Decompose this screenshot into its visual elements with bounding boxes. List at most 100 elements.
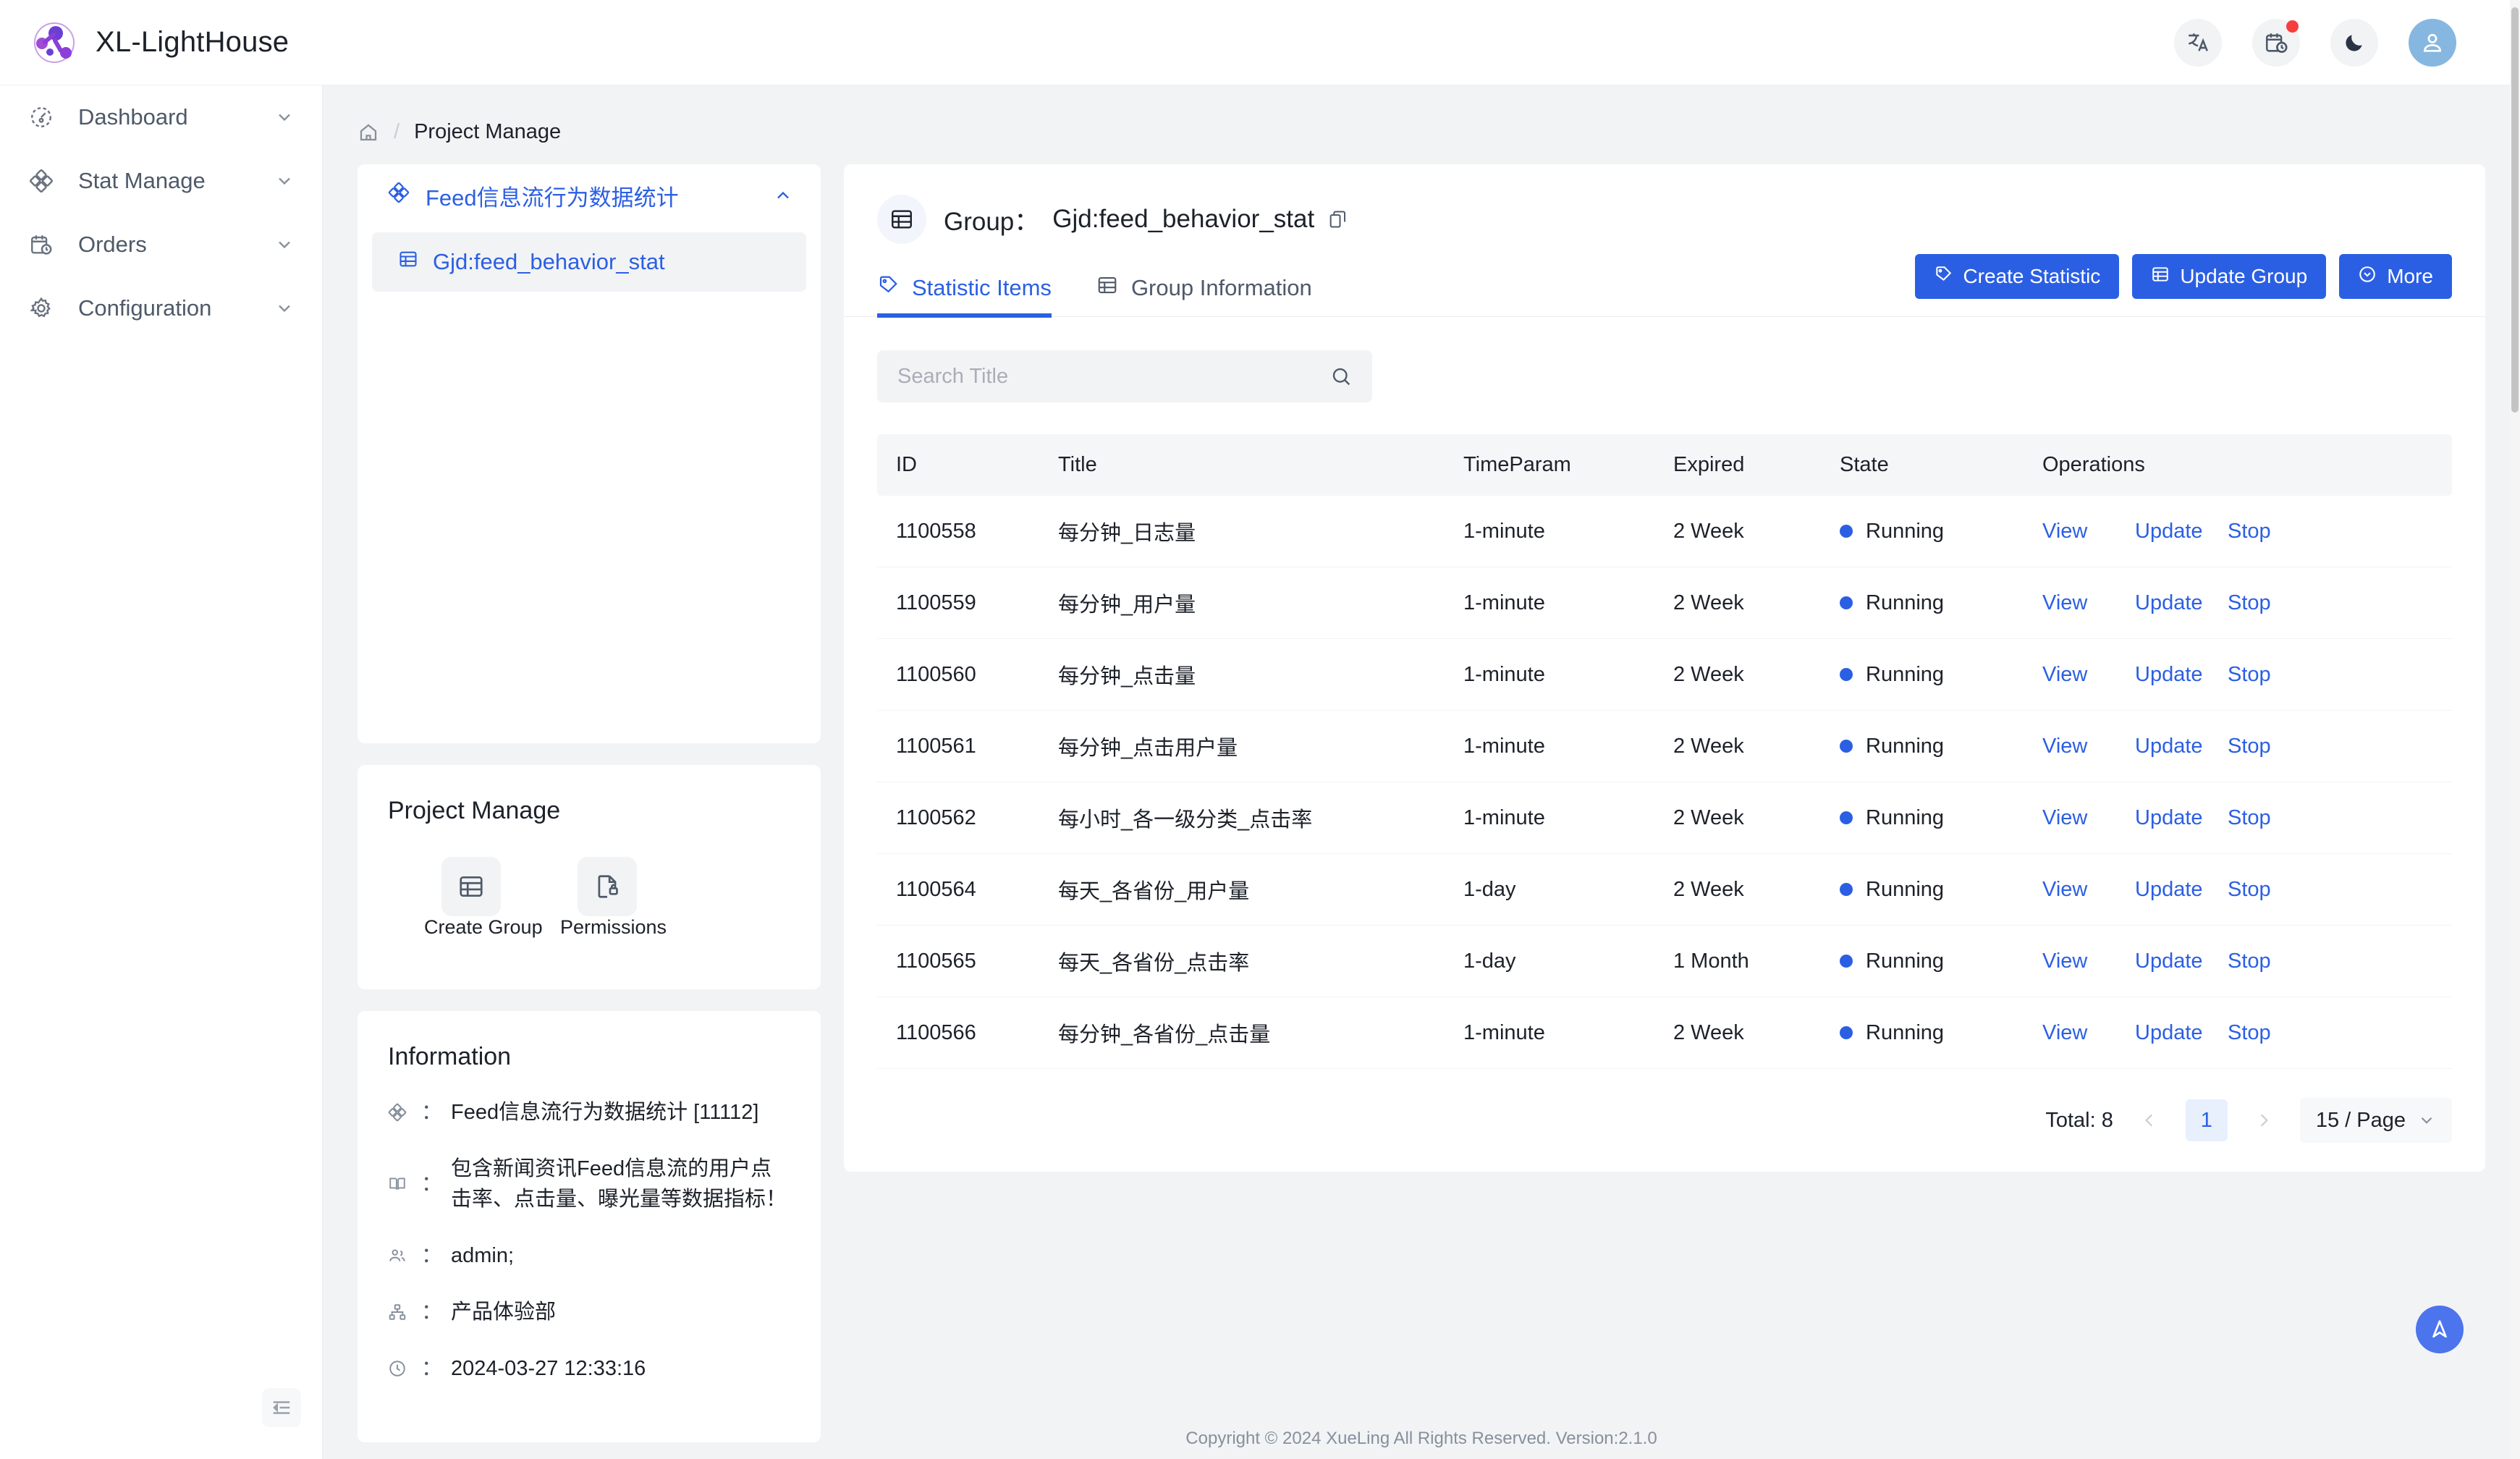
view-link[interactable]: View: [2042, 663, 2135, 687]
footer: Copyright © 2024 XueLing All Rights Rese…: [323, 1418, 2520, 1459]
chevron-down-icon[interactable]: [274, 298, 295, 318]
table-row[interactable]: 1100558 每分钟_日志量 1-minute 2 Week Running: [877, 496, 2452, 567]
update-link[interactable]: Update: [2135, 520, 2228, 544]
right-column: Group： Gjd:feed_behavior_stat: [844, 164, 2485, 1442]
scrollbar-thumb[interactable]: [2511, 7, 2519, 413]
create-statistic-button[interactable]: Create Statistic: [1915, 254, 2119, 299]
book-icon: [388, 1154, 413, 1214]
sidebar-item-stat-manage[interactable]: Stat Manage: [0, 149, 322, 213]
column-header-timeparam: TimeParam: [1463, 434, 1673, 496]
page-size-select[interactable]: 15 / Page: [2300, 1098, 2452, 1143]
cell-timeparam: 1-day: [1463, 854, 1673, 926]
view-link[interactable]: View: [2042, 878, 2135, 902]
stop-link[interactable]: Stop: [2228, 950, 2320, 973]
cell-id: 1100561: [877, 711, 1058, 782]
table-row[interactable]: 1100560 每分钟_点击量 1-minute 2 Week Running: [877, 639, 2452, 711]
stop-link[interactable]: Stop: [2228, 520, 2320, 544]
update-link[interactable]: Update: [2135, 950, 2228, 973]
table-row[interactable]: 1100561 每分钟_点击用户量 1-minute 2 Week Runnin…: [877, 711, 2452, 782]
view-link[interactable]: View: [2042, 591, 2135, 615]
cell-timeparam: 1-day: [1463, 926, 1673, 997]
chevron-down-icon[interactable]: [274, 171, 295, 191]
update-group-button[interactable]: Update Group: [2132, 254, 2326, 299]
search-box[interactable]: [877, 350, 1372, 402]
chevron-down-icon[interactable]: [274, 107, 295, 127]
sidebar-item-dashboard[interactable]: Dashboard: [0, 85, 322, 149]
update-link[interactable]: Update: [2135, 1021, 2228, 1045]
column-header-expired: Expired: [1673, 434, 1840, 496]
more-button[interactable]: More: [2339, 254, 2452, 299]
users-icon: [388, 1240, 413, 1271]
update-link[interactable]: Update: [2135, 878, 2228, 902]
table-row[interactable]: 1100565 每天_各省份_点击率 1-day 1 Month Running: [877, 926, 2452, 997]
tab-statistic-items[interactable]: Statistic Items: [877, 274, 1052, 316]
clock-icon: [388, 1353, 413, 1384]
cell-title: 每分钟_点击用户量: [1058, 711, 1463, 782]
home-icon[interactable]: [358, 122, 379, 143]
update-link[interactable]: Update: [2135, 735, 2228, 758]
cell-title: 每分钟_点击量: [1058, 639, 1463, 711]
cell-state: Running: [1840, 496, 2042, 567]
file-lock-icon: [578, 857, 637, 916]
tree-root-item[interactable]: Feed信息流行为数据统计: [358, 164, 821, 227]
breadcrumb: / Project Manage: [323, 85, 2520, 144]
stop-link[interactable]: Stop: [2228, 1021, 2320, 1045]
brand[interactable]: XL-LightHouse: [0, 20, 289, 65]
update-link[interactable]: Update: [2135, 806, 2228, 830]
user-avatar-icon[interactable]: [2409, 19, 2456, 67]
calendar-clock-icon[interactable]: [2252, 19, 2300, 67]
tree-root-label: Feed信息流行为数据统计: [426, 179, 757, 212]
table-row[interactable]: 1100562 每小时_各一级分类_点击率 1-minute 2 Week Ru…: [877, 782, 2452, 854]
stop-link[interactable]: Stop: [2228, 663, 2320, 687]
create-group-label: Create Group: [424, 916, 543, 938]
tab-group-information[interactable]: Group Information: [1096, 274, 1312, 316]
table-row[interactable]: 1100559 每分钟_用户量 1-minute 2 Week Running: [877, 567, 2452, 639]
stop-link[interactable]: Stop: [2228, 878, 2320, 902]
chevron-right-icon[interactable]: [2245, 1101, 2283, 1139]
table-row[interactable]: 1100566 每分钟_各省份_点击量 1-minute 2 Week Runn…: [877, 997, 2452, 1069]
chevron-down-icon[interactable]: [274, 234, 295, 255]
stop-link[interactable]: Stop: [2228, 806, 2320, 830]
cell-state: Running: [1840, 782, 2042, 854]
status-dot-icon: [1840, 596, 1853, 609]
stop-link[interactable]: Stop: [2228, 735, 2320, 758]
sidebar-item-configuration[interactable]: Configuration: [0, 276, 322, 340]
stop-link[interactable]: Stop: [2228, 591, 2320, 615]
table-row[interactable]: 1100564 每天_各省份_用户量 1-day 2 Week Running: [877, 854, 2452, 926]
tree-child-item[interactable]: Gjd:feed_behavior_stat: [372, 232, 806, 292]
translate-icon[interactable]: [2174, 19, 2222, 67]
cell-operations: View Update Stop: [2042, 711, 2452, 782]
status-badge: Running: [1866, 1021, 1944, 1045]
panel-action-buttons: Create Statistic Update Group: [1915, 254, 2452, 299]
navigation-arrow-icon[interactable]: [2416, 1306, 2464, 1353]
permissions-button[interactable]: Permissions: [560, 857, 654, 939]
circle-chevron-down-icon: [2358, 265, 2377, 289]
search-input[interactable]: [897, 365, 1330, 389]
chevron-up-icon[interactable]: [773, 185, 793, 206]
update-link[interactable]: Update: [2135, 663, 2228, 687]
status-dot-icon: [1840, 883, 1853, 896]
update-group-label: Update Group: [2180, 265, 2307, 288]
sidebar-item-orders[interactable]: Orders: [0, 213, 322, 276]
cell-id: 1100558: [877, 496, 1058, 567]
view-link[interactable]: View: [2042, 520, 2135, 544]
sidebar: Dashboard Stat Manage Or: [0, 85, 323, 1459]
update-link[interactable]: Update: [2135, 591, 2228, 615]
column-header-id: ID: [877, 434, 1058, 496]
topbar-actions: [2174, 19, 2520, 67]
create-group-button[interactable]: Create Group: [424, 857, 518, 939]
view-link[interactable]: View: [2042, 806, 2135, 830]
copy-icon[interactable]: [1327, 209, 1348, 229]
copyright-text: Copyright © 2024 XueLing All Rights Rese…: [1185, 1429, 1657, 1449]
cell-title: 每天_各省份_用户量: [1058, 854, 1463, 926]
sidebar-collapse-icon[interactable]: [262, 1388, 301, 1427]
calendar-clock-icon: [26, 232, 56, 257]
view-link[interactable]: View: [2042, 950, 2135, 973]
page-number-1[interactable]: 1: [2186, 1099, 2228, 1141]
view-link[interactable]: View: [2042, 735, 2135, 758]
view-link[interactable]: View: [2042, 1021, 2135, 1045]
chevron-left-icon[interactable]: [2131, 1101, 2168, 1139]
search-icon[interactable]: [1330, 365, 1352, 387]
page-scrollbar[interactable]: [2510, 0, 2520, 1459]
dark-mode-icon[interactable]: [2330, 19, 2378, 67]
